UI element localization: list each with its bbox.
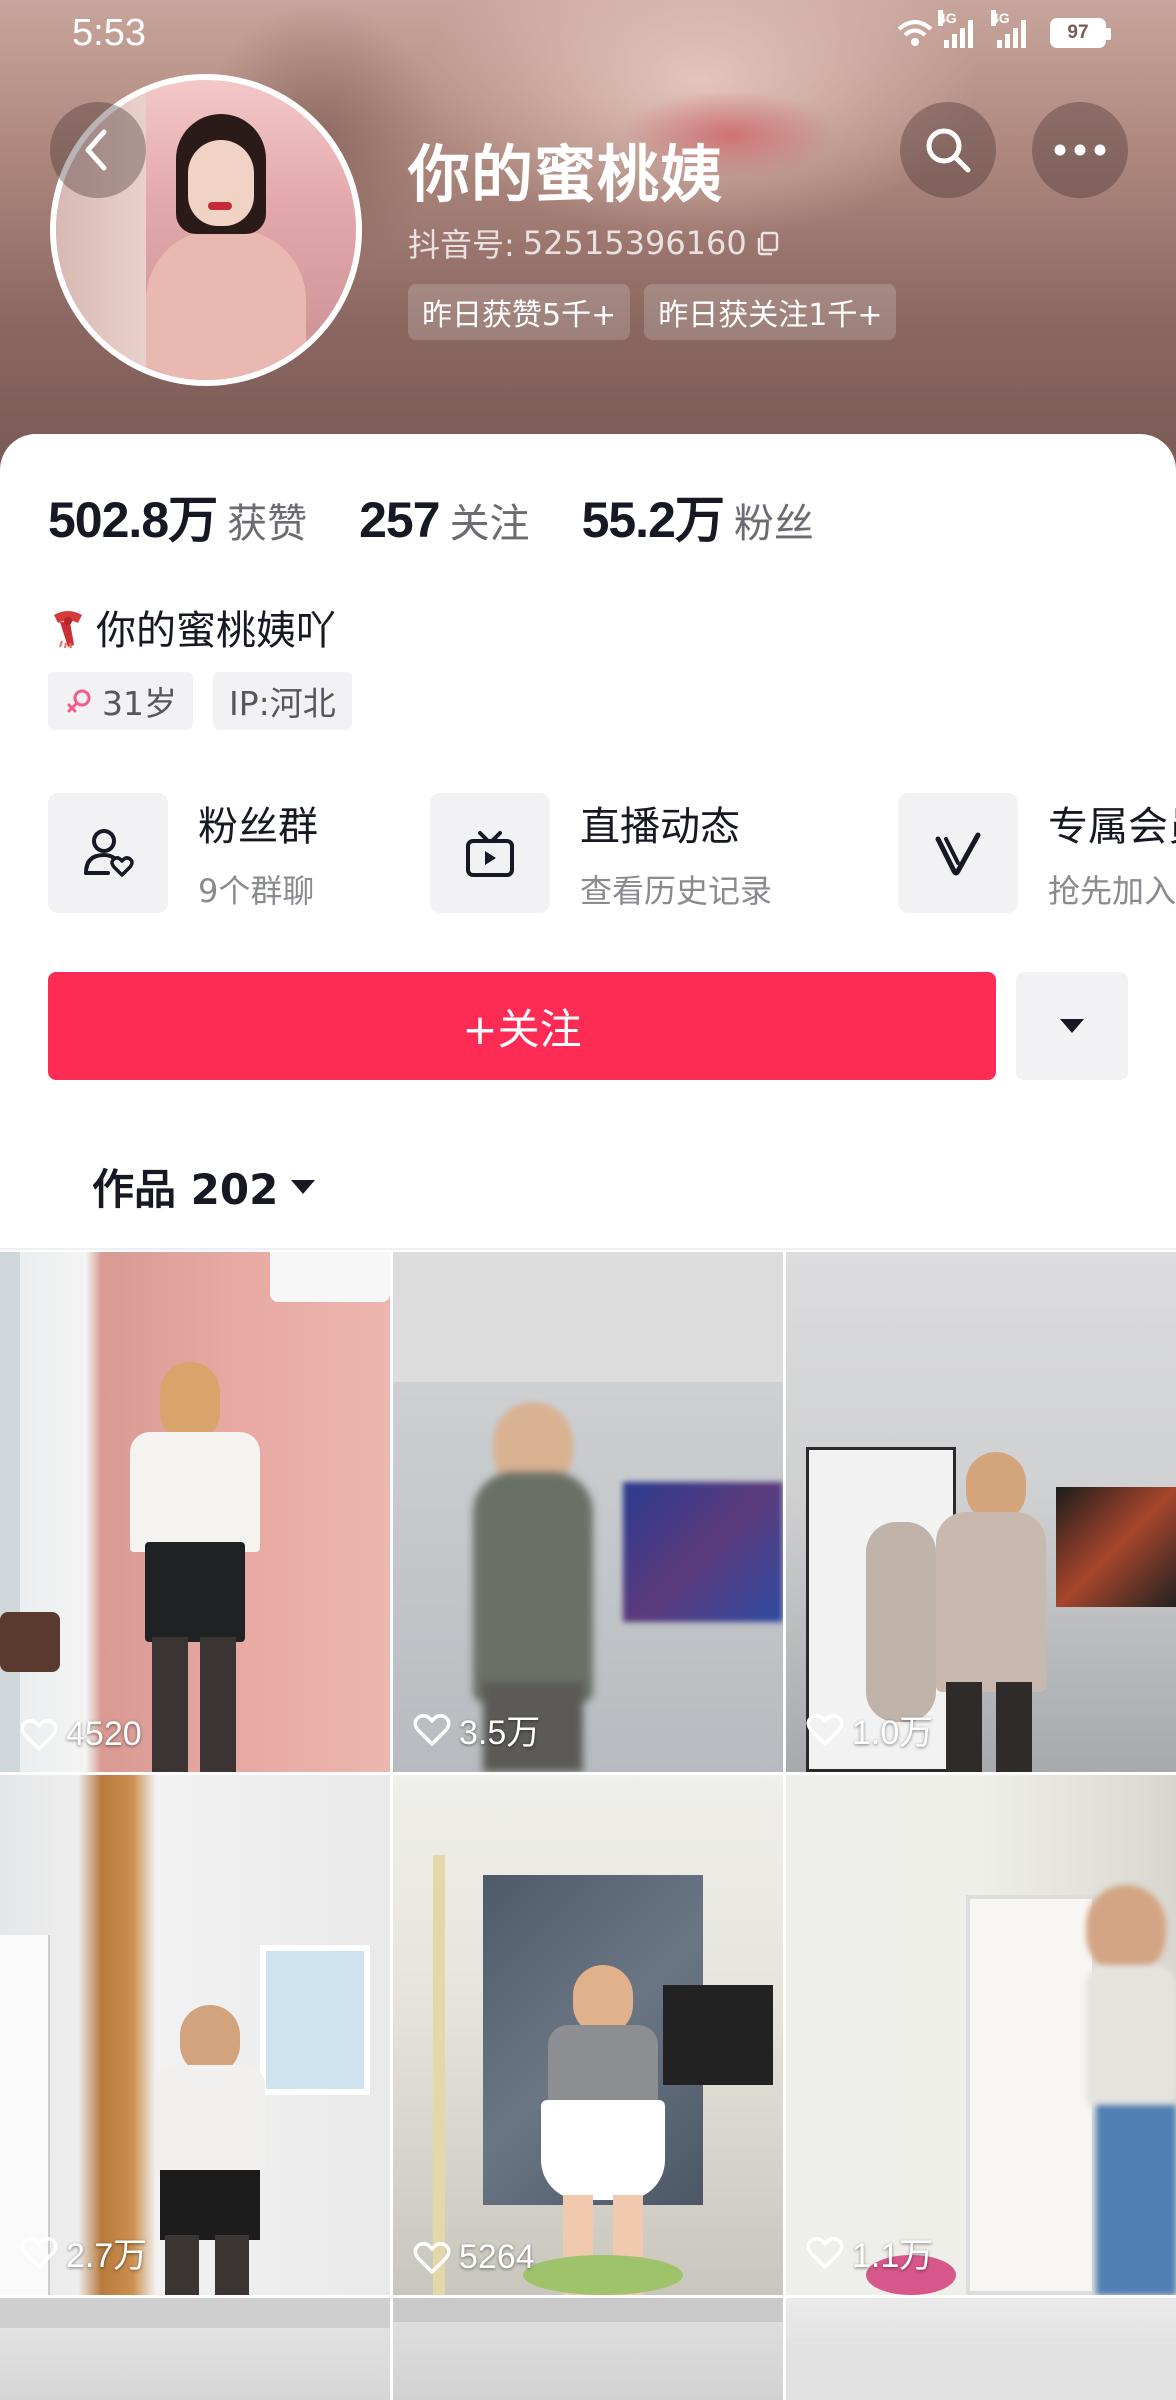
heart-icon (413, 1713, 451, 1746)
heart-icon (806, 2236, 844, 2269)
cellular-signal-icon: 4G (938, 10, 973, 48)
heart-icon (806, 1713, 844, 1746)
video-likes-count: 4520 (66, 1715, 142, 1753)
video-thumbnail[interactable]: 1.0万 (786, 1252, 1176, 1772)
video-thumbnail[interactable]: 3.5万 (393, 1252, 783, 1772)
status-time: 5:53 (72, 12, 146, 54)
stat-likes[interactable]: 502.8万 获赞 (48, 480, 307, 552)
profile-header: 5:53 4G 4G 97 你的蜜桃姨 抖音号: 52515396160 昨日获… (0, 0, 1176, 470)
status-bar: 5:53 4G 4G 97 (0, 0, 1176, 72)
video-likes-count: 5264 (459, 2238, 535, 2276)
douyin-id-row[interactable]: 抖音号: 52515396160 (408, 220, 781, 266)
feature-vip-member-title: 专属会员 (1048, 804, 1176, 850)
recommend-dropdown-button[interactable] (1016, 972, 1128, 1080)
feature-vip-member-subtitle: 抢先加入 (1048, 872, 1176, 910)
video-likes-count: 2.7万 (66, 2237, 148, 2275)
yesterday-likes-tag[interactable]: 昨日获赞5千+ (408, 284, 631, 340)
video-likes-count: 3.5万 (459, 1714, 541, 1752)
video-thumbnail[interactable]: 4520 (0, 1252, 390, 1772)
scarf-emoji-icon (54, 611, 82, 649)
tab-works-label: 作品 202 (92, 1165, 279, 1214)
fans-group-icon (48, 793, 168, 913)
profile-name: 你的蜜桃姨 (408, 138, 724, 211)
more-options-button[interactable] (1032, 102, 1128, 198)
video-thumbnail[interactable]: 1.1万 (786, 1775, 1176, 2295)
video-thumbnail[interactable] (0, 2298, 390, 2400)
heart-icon (413, 2241, 451, 2274)
status-icons: 4G 4G 97 (896, 10, 1111, 48)
header-tags: 昨日获赞5千+ 昨日获关注1千+ (408, 284, 897, 340)
back-button[interactable] (50, 102, 146, 198)
age-text: 31岁 (102, 684, 177, 723)
more-dots-icon (1054, 144, 1106, 156)
search-icon (926, 128, 971, 173)
feature-live-history-title: 直播动态 (580, 804, 740, 850)
stats-row: 502.8万 获赞 257 关注 55.2万 粉丝 (48, 480, 866, 552)
feature-live-history-subtitle: 查看历史记录 (580, 872, 773, 910)
age-tag: 31岁 (48, 672, 193, 730)
video-likes: 3.5万 (413, 1705, 540, 1754)
tab-works[interactable]: 作品 202 (92, 1156, 316, 1217)
chevron-left-icon (85, 129, 107, 171)
copy-icon[interactable] (755, 230, 781, 256)
stat-followers-label: 粉丝 (733, 501, 814, 547)
video-likes: 5264 (413, 2238, 535, 2277)
profile-tags: 31岁 IP:河北 (48, 672, 352, 730)
video-likes: 2.7万 (20, 2228, 147, 2277)
video-likes-count: 1.0万 (852, 1714, 934, 1752)
cellular-signal-icon-2: 4G (991, 10, 1026, 48)
douyin-id-value: 52515396160 (522, 224, 747, 262)
caret-down-icon (291, 1179, 316, 1194)
battery-icon: 97 (1050, 18, 1111, 48)
video-likes: 1.0万 (806, 1705, 933, 1754)
follow-button[interactable]: +关注 (48, 972, 996, 1080)
bio-text: 你的蜜桃姨吖 (96, 608, 336, 654)
douyin-id-label: 抖音号: (408, 226, 515, 264)
caret-down-icon (1060, 1019, 1084, 1033)
video-thumbnail[interactable]: 2.7万 (0, 1775, 390, 2295)
stat-following[interactable]: 257 关注 (359, 491, 529, 549)
stat-likes-value: 502.8万 (48, 492, 218, 548)
feature-entries: 粉丝群 9个群聊 直播动态 查看历史记录 专属会 抢先加入 (48, 792, 1176, 914)
feature-live-history[interactable]: 直播动态 查看历史记录 (430, 792, 772, 914)
vip-v-icon (898, 793, 1018, 913)
bio: 你的蜜桃姨吖 (48, 598, 336, 656)
stat-following-label: 关注 (449, 501, 530, 547)
divider (0, 1248, 1176, 1250)
yesterday-follows-tag[interactable]: 昨日获关注1千+ (644, 284, 897, 340)
video-likes-count: 1.1万 (852, 2237, 934, 2275)
female-gender-icon (67, 689, 91, 713)
live-tv-icon (430, 793, 550, 913)
feature-vip-member[interactable]: 专属会员 抢先加入 (898, 792, 1176, 914)
stat-likes-label: 获赞 (227, 501, 308, 547)
video-grid: 4520 3.5万 1.0万 2.7万 5264 1.1万 (0, 1252, 1176, 2400)
video-thumbnail[interactable]: 5264 (393, 1775, 783, 2295)
feature-fans-group[interactable]: 粉丝群 9个群聊 (48, 792, 318, 914)
video-thumbnail[interactable] (786, 2298, 1176, 2400)
stat-followers[interactable]: 55.2万 粉丝 (582, 480, 814, 552)
heart-icon (20, 1718, 58, 1751)
feature-fans-group-title: 粉丝群 (198, 804, 318, 850)
ip-text: IP:河北 (229, 684, 336, 723)
ip-tag: IP:河北 (213, 672, 352, 730)
heart-icon (20, 2236, 58, 2269)
search-button[interactable] (900, 102, 996, 198)
video-thumbnail[interactable] (393, 2298, 783, 2400)
video-likes: 1.1万 (806, 2228, 933, 2277)
stat-followers-value: 55.2万 (581, 492, 725, 548)
feature-fans-group-subtitle: 9个群聊 (198, 872, 315, 910)
video-likes: 4520 (20, 1715, 142, 1754)
stat-following-value: 257 (359, 492, 440, 548)
wifi-icon (897, 20, 933, 46)
